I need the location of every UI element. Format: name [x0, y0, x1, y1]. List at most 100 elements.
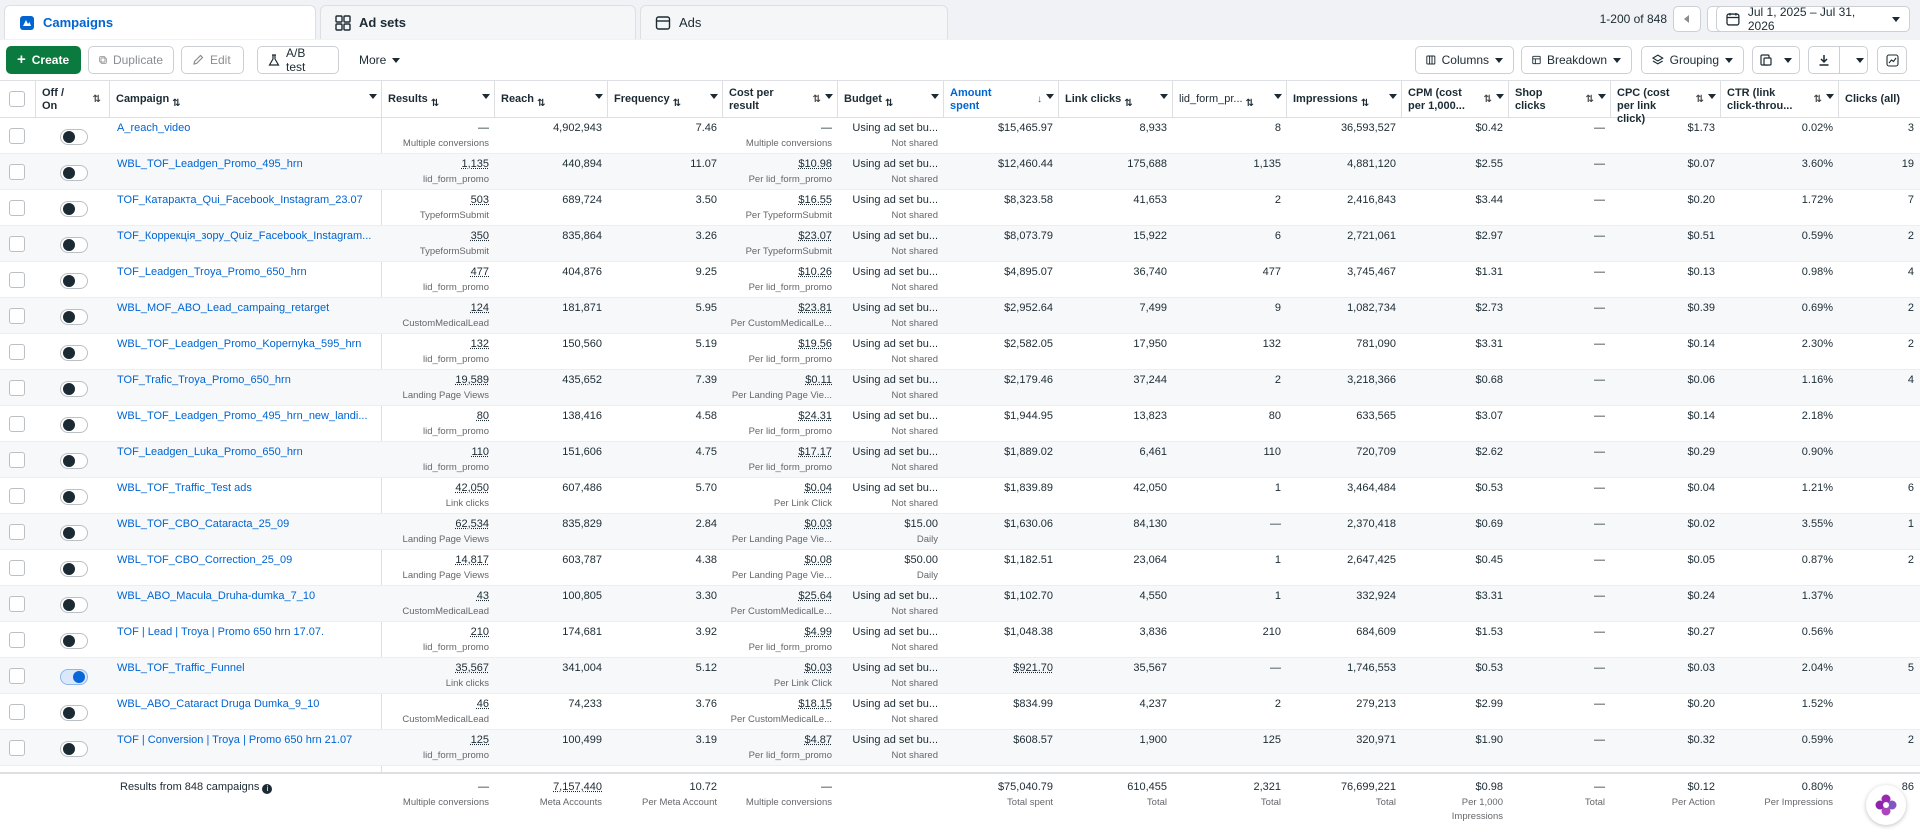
campaign-name-link[interactable]: TOF | Lead | Troya | Promo 650 hrn 17.07…	[110, 622, 382, 658]
campaign-toggle[interactable]	[60, 489, 88, 505]
grouping-button[interactable]: Grouping	[1641, 46, 1744, 74]
campaign-name-link[interactable]: WBL_TOF_Traffic_Funnel	[110, 658, 382, 694]
table-row[interactable]: WBL_TOF_Leadgen_Promo_495_hrn_new_landi.…	[0, 406, 1920, 442]
campaign-name-link[interactable]: WBL_TOF_Leadgen_Promo_495_hrn	[110, 154, 382, 190]
row-checkbox[interactable]	[9, 632, 25, 648]
campaign-name-link[interactable]: TOF_Leadgen_Troya_Promo_650_hrn	[110, 262, 382, 298]
campaign-toggle[interactable]	[60, 597, 88, 613]
table-row[interactable]: WBL_MOF_ABO_Lead_campaing_retarget124Cus…	[0, 298, 1920, 334]
campaign-name-link[interactable]: WBL_TOF_Leadgen_Promo_Kopernyka_595_hrn	[110, 334, 382, 370]
col-header-reach[interactable]: Reach ⇅	[495, 81, 608, 118]
col-header-amount-spent[interactable]: Amount spent ↓	[944, 81, 1059, 118]
campaign-name-link[interactable]: WBL_MOF_ABO_Lead_campaing_retarget	[110, 298, 382, 334]
campaign-name-link[interactable]: WBL_TOF_Traffic_Test ads	[110, 478, 382, 514]
campaign-name-link[interactable]: WBL_TOF_CBO_Correction_25_09	[110, 550, 382, 586]
assistant-button[interactable]	[1866, 785, 1906, 825]
row-checkbox[interactable]	[9, 128, 25, 144]
table-row[interactable]: WBL_TOF_Leadgen_Promo_Kopernyka_595_hrn1…	[0, 334, 1920, 370]
select-all-checkbox[interactable]	[9, 91, 25, 107]
col-header-cost-per-result[interactable]: Cost per result ⇅	[723, 81, 838, 118]
row-checkbox[interactable]	[9, 380, 25, 396]
row-checkbox[interactable]	[9, 236, 25, 252]
col-header-lid-form[interactable]: lid_form_pr... ⇅	[1173, 81, 1287, 118]
row-checkbox[interactable]	[9, 416, 25, 432]
campaign-toggle[interactable]	[60, 237, 88, 253]
reports-button[interactable]	[1752, 46, 1800, 74]
campaign-toggle[interactable]	[60, 273, 88, 289]
col-header-cpc[interactable]: CPC (cost per link click) ⇅	[1611, 81, 1721, 118]
table-row[interactable]: TOF | Lead | Troya | Promo 650 hrn 17.07…	[0, 622, 1920, 658]
row-checkbox[interactable]	[9, 200, 25, 216]
campaign-toggle[interactable]	[60, 129, 88, 145]
chevron-down-icon[interactable]	[1856, 58, 1864, 63]
campaign-name-link[interactable]: WBL_TOF_CBO_Cataracta_25_09	[110, 514, 382, 550]
table-row[interactable]: TOF_Leadgen_Luka_Promo_650_hrn110lid_for…	[0, 442, 1920, 478]
tab-campaigns[interactable]: Campaigns	[4, 5, 316, 39]
campaign-toggle[interactable]	[60, 741, 88, 757]
table-row[interactable]: WBL_TOF_CBO_Cataracta_25_0962,534Landing…	[0, 514, 1920, 550]
campaign-name-link[interactable]: TOF_Leadgen_Luka_Promo_650_hrn	[110, 442, 382, 478]
campaign-name-link[interactable]: TOF_Trafic_Troya_Promo_650_hrn	[110, 370, 382, 406]
date-range-picker[interactable]: Jul 1, 2025 – Jul 31, 2026	[1716, 6, 1910, 32]
col-header-cpm[interactable]: CPM (cost per 1,000... ⇅	[1402, 81, 1509, 118]
table-row[interactable]: TOF_Катаракта_Qui_Facebook_Instagram_23.…	[0, 190, 1920, 226]
campaign-toggle[interactable]	[60, 201, 88, 217]
campaign-toggle[interactable]	[60, 381, 88, 397]
col-header-shop-clicks[interactable]: Shop clicks ⇅	[1509, 81, 1611, 118]
table-row[interactable]: WBL_TOF_Leadgen_Promo_495_hrn1,135lid_fo…	[0, 154, 1920, 190]
campaign-toggle[interactable]	[60, 417, 88, 433]
col-header-campaign[interactable]: Campaign ⇅	[110, 81, 382, 118]
row-checkbox[interactable]	[9, 452, 25, 468]
row-checkbox[interactable]	[9, 308, 25, 324]
table-row[interactable]: WBL_TOF_Traffic_Test ads42,050Link click…	[0, 478, 1920, 514]
campaign-name-link[interactable]: A_reach_video	[110, 118, 382, 154]
table-row[interactable]: A_reach_video—Multiple conversions4,902,…	[0, 118, 1920, 154]
campaign-name-link[interactable]: TOF_Коррекція_зору_Quiz_Facebook_Instagr…	[110, 226, 382, 262]
col-header-impressions[interactable]: Impressions ⇅	[1287, 81, 1402, 118]
col-header-budget[interactable]: Budget ⇅	[838, 81, 944, 118]
create-button[interactable]: + Create	[6, 46, 81, 74]
table-row[interactable]: TOF_Trafic_Troya_Promo_650_hrn19,589Land…	[0, 370, 1920, 406]
info-icon[interactable]: i	[262, 784, 272, 794]
row-checkbox[interactable]	[9, 560, 25, 576]
campaign-name-link[interactable]: TOF | Conversion | Troya | Promo 650 hrn…	[110, 730, 382, 766]
tab-ads[interactable]: Ads	[640, 5, 948, 39]
row-checkbox[interactable]	[9, 668, 25, 684]
campaign-name-link[interactable]: WBL_TOF_Leadgen_Promo_495_hrn_new_landi.…	[110, 406, 382, 442]
row-checkbox[interactable]	[9, 524, 25, 540]
campaign-toggle[interactable]	[60, 453, 88, 469]
col-header-frequency[interactable]: Frequency ⇅	[608, 81, 723, 118]
campaign-name-link[interactable]: WBL_ABO_Cataract Druga Dumka_9_10	[110, 694, 382, 730]
table-row[interactable]: WBL_ABO_Cataract Druga Dumka_9_1046Custo…	[0, 694, 1920, 730]
table-row[interactable]: TOF_Leadgen_Troya_Promo_650_hrn477lid_fo…	[0, 262, 1920, 298]
row-checkbox[interactable]	[9, 344, 25, 360]
campaign-toggle[interactable]	[60, 669, 88, 685]
row-checkbox[interactable]	[9, 740, 25, 756]
campaign-toggle[interactable]	[60, 633, 88, 649]
table-row[interactable]: TOF | Conversion | Troya | Promo 650 hrn…	[0, 730, 1920, 766]
ab-test-button[interactable]: A/B test	[257, 46, 339, 74]
row-checkbox[interactable]	[9, 596, 25, 612]
campaign-name-link[interactable]: TOF_Катаракта_Qui_Facebook_Instagram_23.…	[110, 190, 382, 226]
col-header-results[interactable]: Results ⇅	[382, 81, 495, 118]
table-row[interactable]: WBL_TOF_CBO_Correction_25_0914,817Landin…	[0, 550, 1920, 586]
table-row[interactable]: WBL_ABO_Macula_Druha-dumka_7_1043CustomM…	[0, 586, 1920, 622]
campaign-name-link[interactable]: WBL_ABO_Macula_Druha-dumka_7_10	[110, 586, 382, 622]
duplicate-button[interactable]: Duplicate	[88, 46, 174, 74]
campaign-toggle[interactable]	[60, 165, 88, 181]
row-checkbox[interactable]	[9, 272, 25, 288]
row-checkbox[interactable]	[9, 164, 25, 180]
tab-ad-sets[interactable]: Ad sets	[320, 5, 636, 39]
campaign-toggle[interactable]	[60, 309, 88, 325]
campaign-toggle[interactable]	[60, 705, 88, 721]
columns-button[interactable]: Columns	[1415, 46, 1514, 74]
col-header-off-on[interactable]: Off / On ⇅	[36, 81, 110, 118]
campaign-toggle[interactable]	[60, 525, 88, 541]
campaign-toggle[interactable]	[60, 345, 88, 361]
row-checkbox[interactable]	[9, 704, 25, 720]
more-button[interactable]: More	[349, 46, 409, 74]
table-row[interactable]: WBL_TOF_Traffic_Funnel35,567Link clicks3…	[0, 658, 1920, 694]
col-header-link-clicks[interactable]: Link clicks ⇅	[1059, 81, 1173, 118]
row-checkbox[interactable]	[9, 488, 25, 504]
table-row[interactable]: TOF_Коррекція_зору_Quiz_Facebook_Instagr…	[0, 226, 1920, 262]
